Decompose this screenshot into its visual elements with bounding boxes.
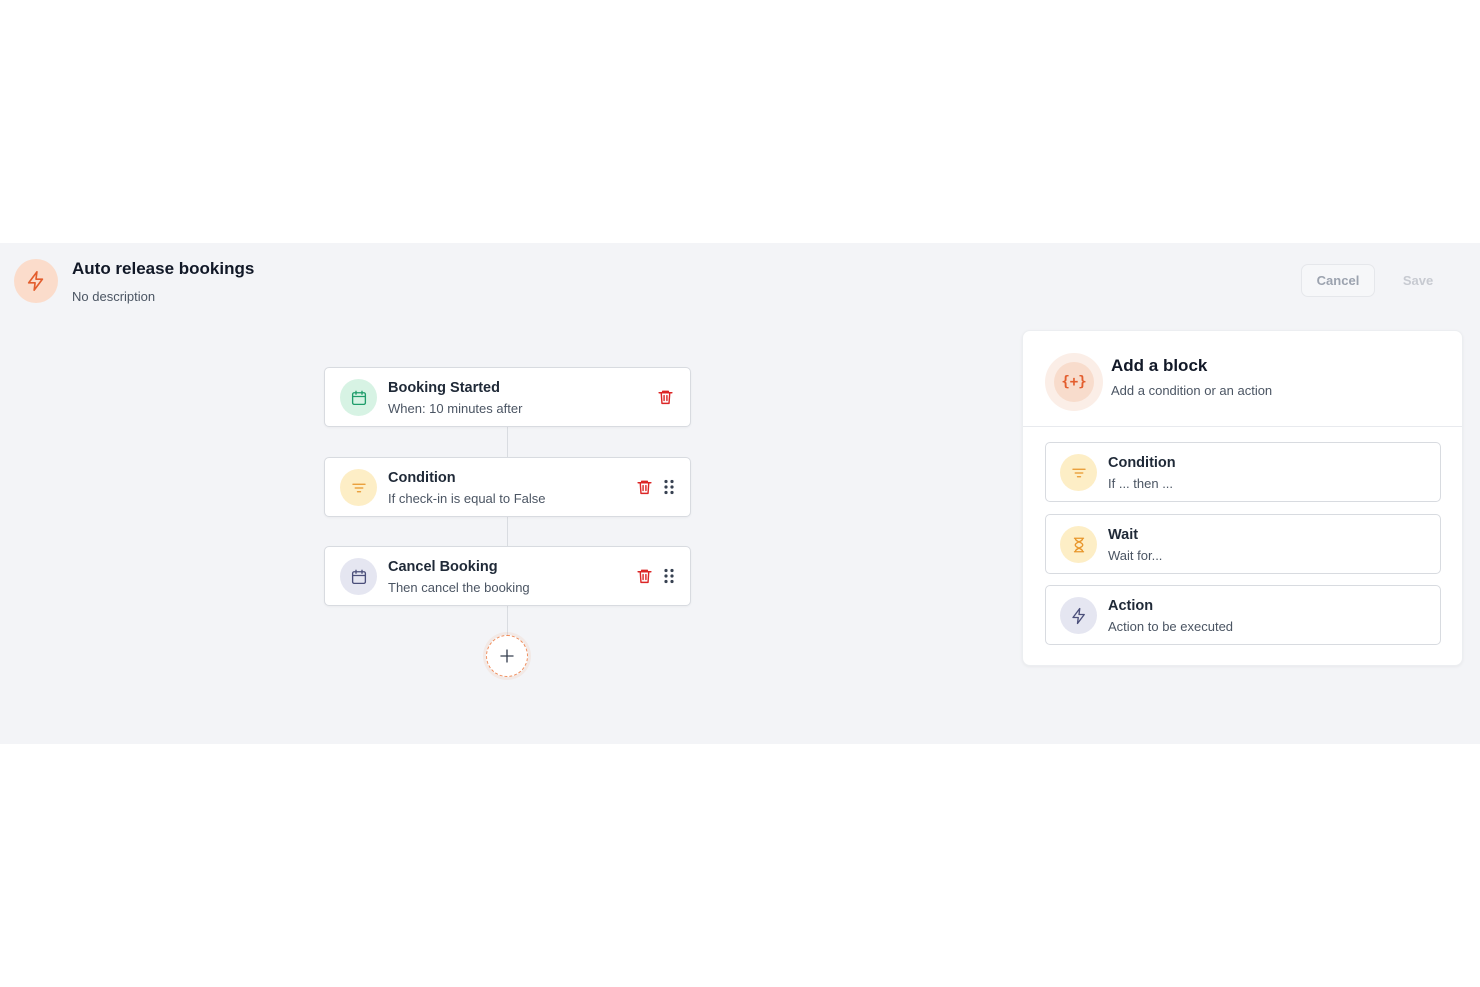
filter-icon	[351, 483, 366, 492]
option-subtitle: Wait for...	[1108, 548, 1163, 563]
option-subtitle: Action to be executed	[1108, 619, 1234, 634]
workflow-canvas: Auto release bookings No description Can…	[0, 243, 1480, 744]
node-icon	[340, 558, 377, 595]
option-subtitle: If ... then ...	[1108, 476, 1174, 491]
cancel-button[interactable]: Cancel	[1301, 264, 1375, 297]
delete-node-button[interactable]	[655, 387, 675, 407]
option-icon	[1060, 526, 1097, 563]
node-subtitle: When: 10 minutes after	[388, 401, 523, 416]
option-title: Wait	[1108, 527, 1139, 543]
drag-handle-icon	[664, 479, 674, 495]
drag-handle[interactable]	[659, 477, 679, 497]
add-block-panel: {+} Add a block Add a condition or an ac…	[1022, 330, 1463, 666]
panel-title: Add a block	[1111, 356, 1208, 375]
option-icon	[1060, 597, 1097, 634]
option-icon	[1060, 454, 1097, 491]
option-title: Condition	[1108, 455, 1176, 471]
block-option-condition[interactable]: Condition If ... then ...	[1045, 442, 1441, 502]
drag-handle[interactable]	[659, 566, 679, 586]
save-button[interactable]: Save	[1384, 264, 1452, 297]
lightning-icon	[27, 271, 44, 291]
panel-header: {+} Add a block Add a condition or an ac…	[1023, 331, 1462, 427]
workflow-icon	[14, 259, 58, 303]
hourglass-icon	[1073, 537, 1084, 552]
node-subtitle: If check-in is equal to False	[388, 491, 546, 506]
trash-icon	[657, 390, 673, 405]
node-title: Booking Started	[388, 380, 500, 396]
panel-subtitle: Add a condition or an action	[1111, 383, 1273, 398]
node-title: Condition	[388, 470, 456, 486]
flow-node-condition[interactable]: Condition If check-in is equal to False	[324, 457, 691, 517]
node-subtitle: Then cancel the booking	[388, 580, 530, 595]
connector-line	[507, 606, 508, 636]
block-option-action[interactable]: Action Action to be executed	[1045, 585, 1441, 645]
filter-icon	[1071, 468, 1086, 477]
calendar-icon	[351, 569, 366, 584]
node-icon	[340, 379, 377, 416]
connector-line	[507, 427, 508, 457]
option-title: Action	[1108, 598, 1154, 614]
plus-icon	[500, 649, 514, 663]
flow-node-booking-started[interactable]: Booking Started When: 10 minutes after	[324, 367, 691, 427]
flow-node-cancel-booking[interactable]: Cancel Booking Then cancel the booking	[324, 546, 691, 606]
delete-node-button[interactable]	[634, 477, 654, 497]
delete-node-button[interactable]	[634, 566, 654, 586]
node-title: Cancel Booking	[388, 559, 498, 575]
calendar-icon	[351, 390, 366, 405]
drag-handle-icon	[664, 568, 674, 584]
add-block-button[interactable]	[486, 635, 528, 677]
connector-line	[507, 517, 508, 546]
code-plus-icon: {+}	[1054, 362, 1094, 402]
workflow-title: Auto release bookings	[72, 259, 255, 278]
block-option-wait[interactable]: Wait Wait for...	[1045, 514, 1441, 574]
lightning-icon	[1071, 607, 1085, 624]
workflow-description: No description	[72, 289, 156, 304]
panel-icon: {+}	[1045, 353, 1103, 411]
node-icon	[340, 469, 377, 506]
trash-icon	[636, 480, 652, 495]
trash-icon	[636, 569, 652, 584]
